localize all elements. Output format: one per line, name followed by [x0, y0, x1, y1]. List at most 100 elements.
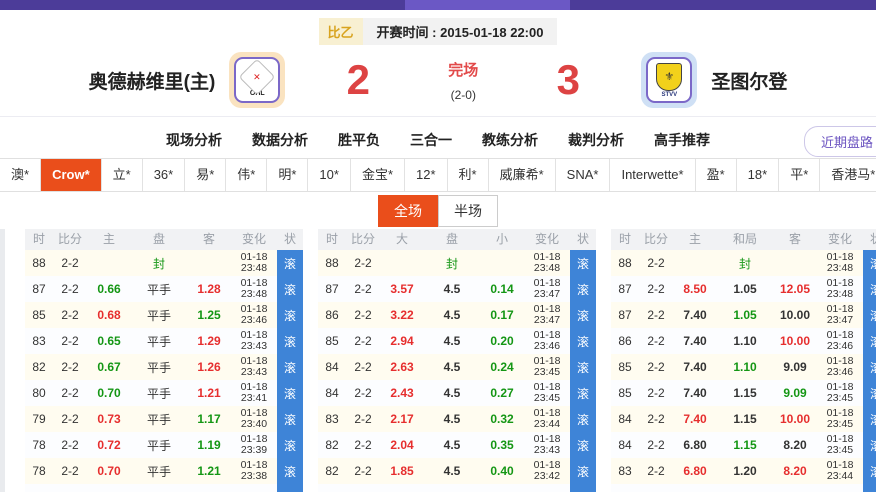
recent-trend-button[interactable]: 近期盘路: [804, 126, 876, 157]
bookmaker-tab-13[interactable]: Interwette*: [610, 159, 695, 191]
cell-change: 01-1823:42: [524, 458, 570, 484]
cell-right-odds: 0.35: [480, 432, 524, 458]
cell-empty: [717, 484, 773, 492]
cell-right-odds: 1.19: [187, 432, 231, 458]
bookmaker-tab-15[interactable]: 18*: [737, 159, 780, 191]
cell-right-odds: [187, 250, 231, 276]
cell-right-odds: 1.21: [187, 458, 231, 484]
bookmaker-tab-5[interactable]: 伟*: [226, 159, 267, 191]
cell-score: 2-2: [639, 302, 673, 328]
bookmaker-tab-6[interactable]: 明*: [267, 159, 308, 191]
cell-empty: [318, 484, 346, 492]
cell-live-status: 滚: [863, 276, 876, 302]
table-header-row: 时比分大盘小变化状: [318, 229, 596, 250]
cell-left-odds: 6.80: [673, 458, 717, 484]
bookmaker-tab-1[interactable]: Crow*: [41, 159, 102, 191]
cell-empty: [817, 484, 863, 492]
bookmaker-tab-10[interactable]: 利*: [448, 159, 489, 191]
cell-line: 4.5: [424, 302, 480, 328]
table-row: 852-22.944.50.2001-1823:46滚: [318, 328, 596, 354]
cell-live-status: 滚: [863, 380, 876, 406]
cell-time: 83: [25, 328, 53, 354]
cell-time: 82: [318, 432, 346, 458]
nav-tab-4[interactable]: 教练分析: [482, 130, 538, 150]
cell-line: 平手: [131, 354, 187, 380]
cell-live-status: [277, 484, 303, 492]
cell-empty: [611, 484, 639, 492]
ohl-crest-icon: ✕: [239, 58, 276, 95]
cell-right-odds: 1.25: [187, 302, 231, 328]
bookmaker-tab-16[interactable]: 平*: [779, 159, 820, 191]
cell-time: 88: [611, 250, 639, 276]
cell-live-status: 滚: [277, 250, 303, 276]
cell-line: 平手: [131, 458, 187, 484]
nav-tab-6[interactable]: 高手推荐: [654, 130, 710, 150]
cell-change: 01-1823:44: [524, 406, 570, 432]
home-score: 2: [341, 56, 375, 104]
cell-line: 平手: [131, 432, 187, 458]
cell-live-status: 滚: [863, 432, 876, 458]
cell-left-odds: 2.63: [380, 354, 424, 380]
cell-score: 2-2: [53, 250, 87, 276]
cell-live-status: 滚: [277, 354, 303, 380]
table-row: 792-20.73平手1.1701-1823:40滚: [25, 406, 303, 432]
cell-time: 84: [611, 406, 639, 432]
cell-live-status: [863, 484, 876, 492]
nav-tab-1[interactable]: 数据分析: [252, 130, 308, 150]
table-row: 842-26.801.158.2001-1823:45滚: [611, 432, 876, 458]
cell-left-odds: 1.85: [380, 458, 424, 484]
cell-time: 82: [25, 354, 53, 380]
bookmaker-tab-8[interactable]: 金宝*: [351, 159, 405, 191]
bookmaker-tab-0[interactable]: 澳*: [0, 159, 41, 191]
cell-score: 2-2: [346, 458, 380, 484]
full-match-toggle[interactable]: 全场: [378, 195, 438, 227]
half-match-toggle[interactable]: 半场: [438, 195, 498, 227]
bookmaker-tab-9[interactable]: 12*: [405, 159, 448, 191]
cell-live-status: 滚: [277, 328, 303, 354]
table-row: 832-22.174.50.3201-1823:44滚: [318, 406, 596, 432]
cell-right-odds: 1.21: [187, 380, 231, 406]
cell-change: 01-1823:45: [817, 432, 863, 458]
topbar-accent-segment: [405, 0, 570, 10]
cell-score: 2-2: [639, 432, 673, 458]
cell-live-status: 滚: [570, 354, 596, 380]
cell-time: 86: [611, 328, 639, 354]
nav-tab-5[interactable]: 裁判分析: [568, 130, 624, 150]
cell-change: 01-1823:45: [524, 354, 570, 380]
column-header: 比分: [346, 229, 380, 250]
cell-right-odds: 9.09: [773, 354, 817, 380]
bookmaker-tab-3[interactable]: 36*: [143, 159, 186, 191]
cell-left-odds: 2.94: [380, 328, 424, 354]
cell-score: 2-2: [53, 458, 87, 484]
bookmaker-tab-7[interactable]: 10*: [308, 159, 351, 191]
bookmaker-tab-17[interactable]: 香港马*: [820, 159, 876, 191]
cell-empty: [639, 484, 673, 492]
cell-change: 01-1823:45: [817, 380, 863, 406]
cell-right-odds: 0.17: [480, 302, 524, 328]
cell-time: 85: [611, 380, 639, 406]
nav-tab-3[interactable]: 三合一: [410, 130, 452, 150]
bookmaker-tab-12[interactable]: SNA*: [556, 159, 611, 191]
cell-time: 87: [25, 276, 53, 302]
bookmaker-tab-2[interactable]: 立*: [102, 159, 143, 191]
1x2-odds-table: 时比分主和局客变化状882-2封01-1823:48滚872-28.501.05…: [611, 229, 876, 492]
cell-line: 4.5: [424, 276, 480, 302]
nav-tab-2[interactable]: 胜平负: [338, 130, 380, 150]
cell-line: 平手: [131, 328, 187, 354]
table-row: 882-2封01-1823:48滚: [318, 250, 596, 276]
bookmaker-tab-4[interactable]: 易*: [185, 159, 226, 191]
cell-left-odds: 0.72: [87, 432, 131, 458]
cell-left-odds: 8.50: [673, 276, 717, 302]
cell-empty: [773, 484, 817, 492]
cell-score: 2-2: [639, 458, 673, 484]
cell-score: 2-2: [639, 250, 673, 276]
column-header: 变化: [524, 229, 570, 250]
nav-tab-0[interactable]: 现场分析: [166, 130, 222, 150]
top-navigation-bar: [0, 0, 876, 10]
cell-score: 2-2: [639, 406, 673, 432]
bookmaker-tab-11[interactable]: 威廉希*: [489, 159, 556, 191]
cell-score: 2-2: [53, 302, 87, 328]
cell-left-odds: 7.40: [673, 354, 717, 380]
cell-left-odds: 7.40: [673, 328, 717, 354]
bookmaker-tab-14[interactable]: 盈*: [696, 159, 737, 191]
